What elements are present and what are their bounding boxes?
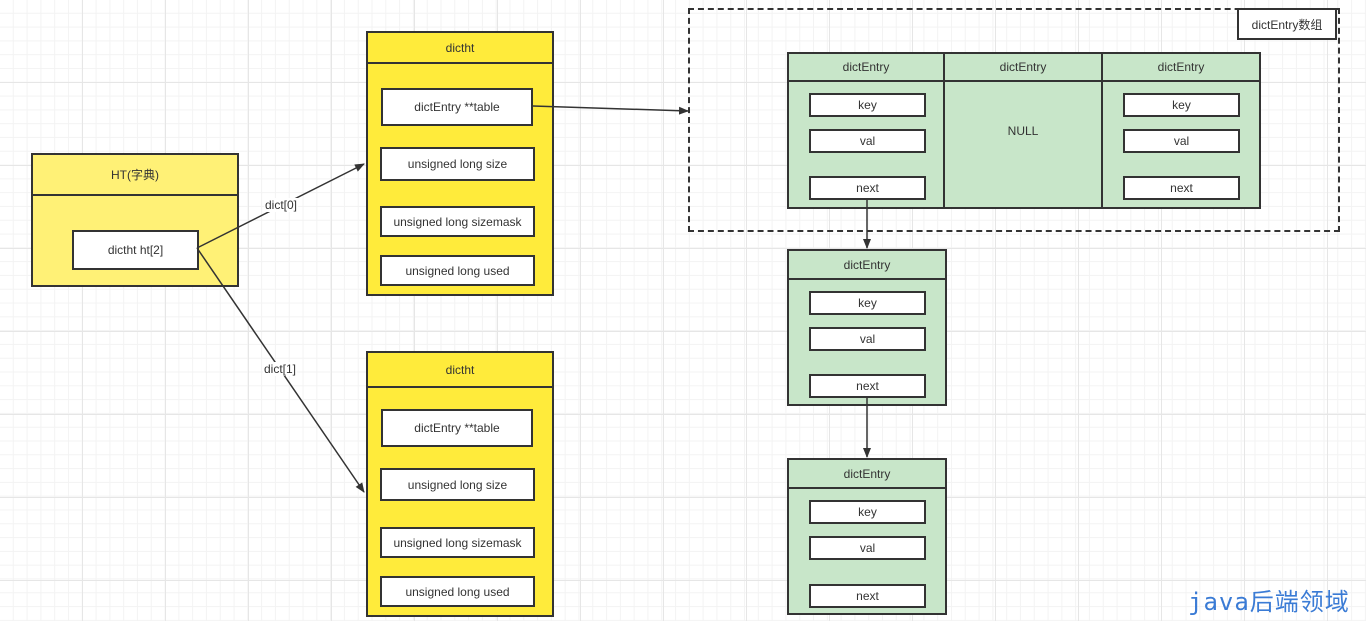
watermark: java后端领域 bbox=[1188, 588, 1350, 616]
array-entry-0-val[interactable]: val bbox=[809, 129, 926, 153]
array-entry-1[interactable]: dictEntry NULL bbox=[943, 52, 1103, 209]
chain-entry-1[interactable]: dictEntry key val next bbox=[787, 458, 947, 615]
dictht-header-0: dictht bbox=[366, 31, 554, 64]
chain-entry-1-key[interactable]: key bbox=[809, 500, 926, 524]
array-entry-2-next[interactable]: next bbox=[1123, 176, 1240, 200]
edge-label-dict0: dict[0] bbox=[264, 198, 299, 212]
chain-entry-0-next[interactable]: next bbox=[809, 374, 926, 398]
chain-entry-0-key[interactable]: key bbox=[809, 291, 926, 315]
array-entry-1-null: NULL bbox=[1007, 124, 1039, 138]
dictht-1-field-sizemask[interactable]: unsigned long sizemask bbox=[380, 527, 535, 558]
array-entry-2-key[interactable]: key bbox=[1123, 93, 1240, 117]
dictht-0-field-size[interactable]: unsigned long size bbox=[380, 147, 535, 181]
dictht-0-field-used[interactable]: unsigned long used bbox=[380, 255, 535, 286]
array-entry-0[interactable]: dictEntry key val next bbox=[787, 52, 945, 209]
dictht-1-field-size[interactable]: unsigned long size bbox=[380, 468, 535, 501]
array-entry-0-header: dictEntry bbox=[789, 54, 943, 82]
chain-entry-1-header: dictEntry bbox=[789, 460, 945, 489]
dictht-node-0[interactable]: dictht dictEntry **table unsigned long s… bbox=[366, 31, 554, 296]
array-entry-0-key[interactable]: key bbox=[809, 93, 926, 117]
chain-entry-1-next[interactable]: next bbox=[809, 584, 926, 608]
dictht-0-field-table[interactable]: dictEntry **table bbox=[381, 88, 533, 126]
dictht-header-1: dictht bbox=[368, 353, 552, 388]
edge-label-dict1: dict[1] bbox=[263, 362, 298, 376]
chain-entry-0-val[interactable]: val bbox=[809, 327, 926, 351]
array-entry-0-next[interactable]: next bbox=[809, 176, 926, 200]
chain-entry-0-header: dictEntry bbox=[789, 251, 945, 280]
ht-dict-header: HT(字典) bbox=[33, 155, 237, 196]
dictht-1-field-used[interactable]: unsigned long used bbox=[380, 576, 535, 607]
chain-entry-1-val[interactable]: val bbox=[809, 536, 926, 560]
ht-field-dictht[interactable]: dictht ht[2] bbox=[72, 230, 199, 270]
edge-table-to-array bbox=[532, 105, 689, 115]
chain-entry-0[interactable]: dictEntry key val next bbox=[787, 249, 947, 406]
array-entry-2-val[interactable]: val bbox=[1123, 129, 1240, 153]
dictht-0-field-sizemask[interactable]: unsigned long sizemask bbox=[380, 206, 535, 237]
ht-dict-node[interactable]: HT(字典) dictht ht[2] bbox=[31, 153, 239, 287]
dictht-1-field-table[interactable]: dictEntry **table bbox=[381, 409, 533, 447]
array-entry-1-header: dictEntry bbox=[945, 54, 1101, 82]
dictentry-array-label: dictEntry数组 bbox=[1237, 8, 1337, 40]
array-entry-2-header: dictEntry bbox=[1103, 54, 1259, 82]
dictht-node-1[interactable]: dictht dictEntry **table unsigned long s… bbox=[366, 351, 554, 617]
array-entry-2[interactable]: dictEntry key val next bbox=[1101, 52, 1261, 209]
